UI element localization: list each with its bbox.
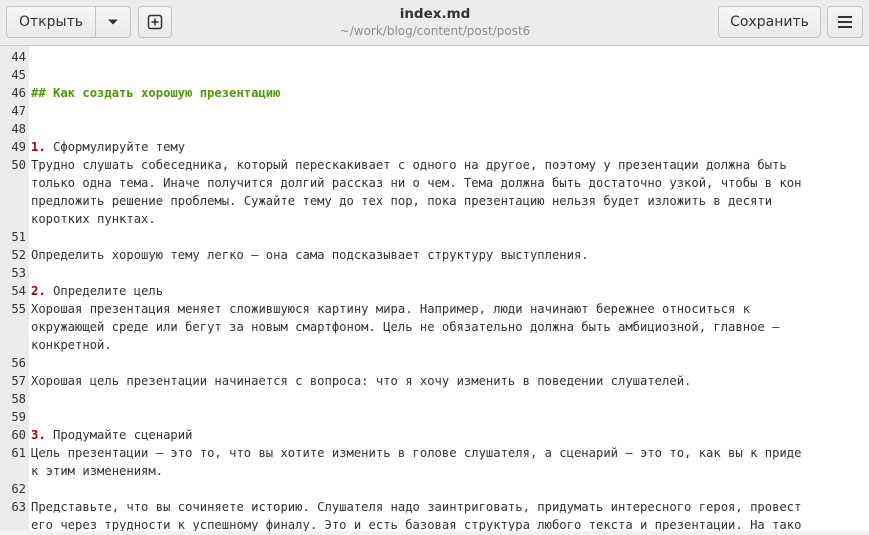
line-text: 3. Продумайте сценарий <box>31 426 192 444</box>
line-number: 47 <box>11 104 26 118</box>
line-number: 51 <box>11 230 26 244</box>
line-number: 63 <box>11 500 26 514</box>
line-number: 45 <box>11 68 26 82</box>
hamburger-menu-icon <box>838 16 852 28</box>
line-text: коротких пунктах. <box>31 212 156 226</box>
chevron-down-icon <box>108 19 118 25</box>
open-button-label: Открыть <box>19 14 83 30</box>
editor-line[interactable]: окружающей среде или бегут за новым смар… <box>0 318 869 336</box>
line-number: 50 <box>11 158 26 172</box>
text-editor[interactable]: 44 45 46 ## Как создать хорошую презентацию… <box>0 46 869 535</box>
editor-line[interactable]: 56 <box>0 354 869 372</box>
line-number: 56 <box>11 356 26 370</box>
line-text: к этим изменениям. <box>31 464 164 478</box>
line-number: 61 <box>11 446 26 460</box>
line-number: 54 <box>11 284 26 298</box>
editor-line[interactable]: 55 Хорошая презентация меняет сложившуюся… <box>0 300 869 318</box>
editor-line[interactable]: только одна тема. Иначе получится долгий… <box>0 174 869 192</box>
line-text: только одна тема. Иначе получится долгий… <box>31 176 802 190</box>
window-title: index.md <box>399 6 471 22</box>
editor-line[interactable]: 63 Представьте, что вы сочиняете историю.… <box>0 498 869 516</box>
line-text: конкретной. <box>31 338 112 352</box>
line-number: 44 <box>11 50 26 64</box>
editor-line[interactable]: коротких пунктах. <box>0 210 869 228</box>
editor-line[interactable]: предложить решение проблемы. Сужайте тем… <box>0 192 869 210</box>
line-text: окружающей среде или бегут за новым смар… <box>31 320 780 334</box>
save-button-label: Сохранить <box>730 14 809 30</box>
line-text: ## Как создать хорошую презентацию <box>31 86 281 100</box>
editor-line[interactable]: 45 <box>0 66 869 84</box>
line-number: 53 <box>11 266 26 280</box>
editor-line[interactable]: 51 <box>0 228 869 246</box>
line-number: 46 <box>11 86 26 100</box>
editor-line[interactable]: 50 Трудно слушать собеседника, который пе… <box>0 156 869 174</box>
editor-line[interactable]: 44 <box>0 48 869 66</box>
line-text: Определить хорошую тему легко — она сама… <box>31 248 589 262</box>
editor-line[interactable]: 47 <box>0 102 869 120</box>
horizontal-scrollbar[interactable] <box>0 531 869 535</box>
line-number: 52 <box>11 248 26 262</box>
line-text: Хорошая цель презентации начинается с во… <box>31 374 692 388</box>
editor-line[interactable]: к этим изменениям. <box>0 462 869 480</box>
open-button[interactable]: Открыть <box>6 6 96 38</box>
line-number: 58 <box>11 392 26 406</box>
file-path: ~/work/blog/content/post/post6 <box>339 24 531 38</box>
line-number: 60 <box>11 428 26 442</box>
new-document-icon <box>147 14 163 30</box>
line-number: 48 <box>11 122 26 136</box>
list-item-text: Определите цель <box>45 284 164 298</box>
editor-line[interactable]: 52 Определить хорошую тему легко — она са… <box>0 246 869 264</box>
editor-line[interactable]: 58 <box>0 390 869 408</box>
header-bar: Открыть index.md ~/work/blog/content/pos… <box>0 0 869 46</box>
list-number: 1. <box>31 140 46 154</box>
save-button[interactable]: Сохранить <box>718 6 821 38</box>
new-tab-button[interactable] <box>138 6 172 38</box>
line-text: 1. Сформулируйте тему <box>31 138 185 156</box>
line-text: Представьте, что вы сочиняете историю. С… <box>31 500 802 514</box>
editor-line[interactable]: 57 Хорошая цель презентации начинается с … <box>0 372 869 390</box>
line-number: 49 <box>11 140 26 154</box>
line-text: предложить решение проблемы. Сужайте тем… <box>31 194 773 208</box>
open-menu-button[interactable] <box>95 6 131 38</box>
line-text: 2. Определите цель <box>31 282 163 300</box>
line-number: 55 <box>11 302 26 316</box>
list-item-text: Продумайте сценарий <box>45 428 193 442</box>
list-number: 3. <box>31 428 46 442</box>
editor-line[interactable]: конкретной. <box>0 336 869 354</box>
editor-line[interactable]: 59 <box>0 408 869 426</box>
editor-line[interactable]: 48 <box>0 120 869 138</box>
line-text: Хорошая презентация меняет сложившуюся к… <box>31 302 751 316</box>
window-title-area: index.md ~/work/blog/content/post/post6 <box>300 5 570 39</box>
line-text: Цель презентации — это то, что вы хотите… <box>31 446 802 460</box>
editor-line[interactable]: 49 1. Сформулируйте тему <box>0 138 869 156</box>
editor-line[interactable]: 53 <box>0 264 869 282</box>
line-text: Трудно слушать собеседника, который пере… <box>31 158 787 172</box>
editor-line[interactable]: 46 ## Как создать хорошую презентацию <box>0 84 869 102</box>
editor-line[interactable]: 62 <box>0 480 869 498</box>
line-number: 62 <box>11 482 26 496</box>
line-number: 59 <box>11 410 26 424</box>
main-menu-button[interactable] <box>827 6 863 38</box>
list-item-text: Сформулируйте тему <box>45 140 186 154</box>
editor-line[interactable]: 61 Цель презентации — это то, что вы хоти… <box>0 444 869 462</box>
editor-line[interactable]: 54 2. Определите цель <box>0 282 869 300</box>
list-number: 2. <box>31 284 46 298</box>
editor-line[interactable]: 60 3. Продумайте сценарий <box>0 426 869 444</box>
line-number: 57 <box>11 374 26 388</box>
